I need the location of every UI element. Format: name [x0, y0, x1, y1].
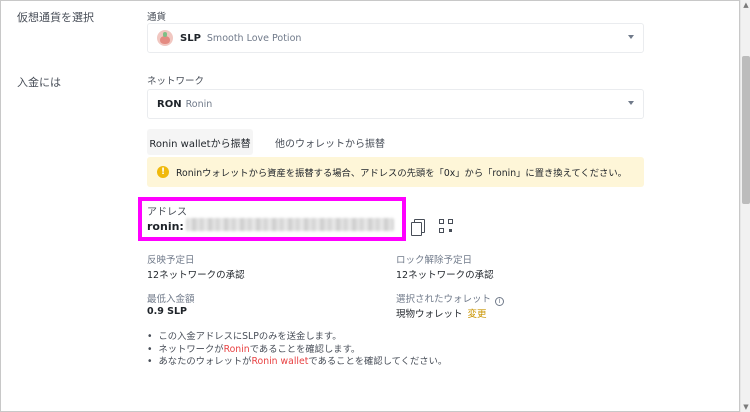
vertical-scrollbar[interactable]: ▲ ▼ [740, 0, 750, 412]
currency-select[interactable]: SLP Smooth Love Potion [147, 23, 644, 53]
chevron-down-icon [628, 35, 634, 39]
alert-text: Roninウォレットから資産を振替する場合、アドレスの先頭を「0x」から「ron… [176, 168, 627, 179]
expected-unlock-label: ロック解除予定日 [396, 255, 473, 266]
chevron-down-icon [628, 101, 634, 105]
ronin-alert: ! Roninウォレットから資産を振替する場合、アドレスの先頭を「0x」から「r… [147, 157, 644, 187]
expected-arrival-value: 12ネットワークの承認 [147, 270, 245, 281]
currency-label: 通貨 [147, 12, 167, 23]
change-wallet-link[interactable]: 変更 [468, 309, 487, 320]
scroll-thumb[interactable] [742, 56, 750, 204]
scroll-down-arrow-icon[interactable]: ▼ [742, 402, 750, 412]
tab-ronin-wallet[interactable]: Ronin walletから振替 [147, 129, 253, 155]
currency-symbol: SLP [180, 32, 201, 44]
select-crypto-label: 仮想通貨を選択 [17, 11, 94, 24]
network-name: Ronin [185, 98, 213, 110]
list-item: あなたのウォレットがRonin walletであることを確認してください。 [147, 356, 447, 369]
slp-coin-icon [157, 30, 173, 46]
copy-icon[interactable] [411, 219, 425, 236]
network-symbol: RON [157, 98, 182, 110]
selected-wallet-label: 選択されたウォレット [396, 294, 492, 305]
deposit-notes: この入金アドレスにSLPのみを送金します。 ネットワークがRoninであることを… [147, 331, 447, 369]
currency-name: Smooth Love Potion [206, 32, 302, 44]
scroll-up-arrow-icon[interactable]: ▲ [742, 0, 750, 10]
deposit-label: 入金には [17, 76, 61, 89]
min-deposit-label: 最低入金額 [147, 294, 195, 305]
qr-code-icon[interactable] [439, 219, 453, 233]
list-item: ネットワークがRoninであることを確認します。 [147, 344, 447, 357]
warning-icon: ! [157, 166, 169, 178]
list-item: この入金アドレスにSLPのみを送金します。 [147, 331, 447, 344]
network-select[interactable]: RON Ronin [147, 89, 644, 119]
expected-arrival-label: 反映予定日 [147, 255, 195, 266]
selected-wallet-row: 選択されたウォレット i [396, 291, 505, 306]
deposit-panel: 仮想通貨を選択 通貨 SLP Smooth Love Potion 入金には ネ… [0, 0, 740, 412]
info-icon[interactable]: i [495, 297, 505, 306]
network-label: ネットワーク [147, 76, 205, 87]
selected-wallet-value: 現物ウォレット [396, 309, 463, 320]
tab-other-wallet[interactable]: 他のウォレットから振替 [267, 129, 393, 155]
address-highlight-box [138, 197, 406, 241]
expected-unlock-value: 12ネットワークの承認 [396, 270, 494, 281]
selected-wallet-row-value: 現物ウォレット 変更 [396, 306, 487, 320]
min-deposit-value: 0.9 SLP [147, 306, 187, 317]
